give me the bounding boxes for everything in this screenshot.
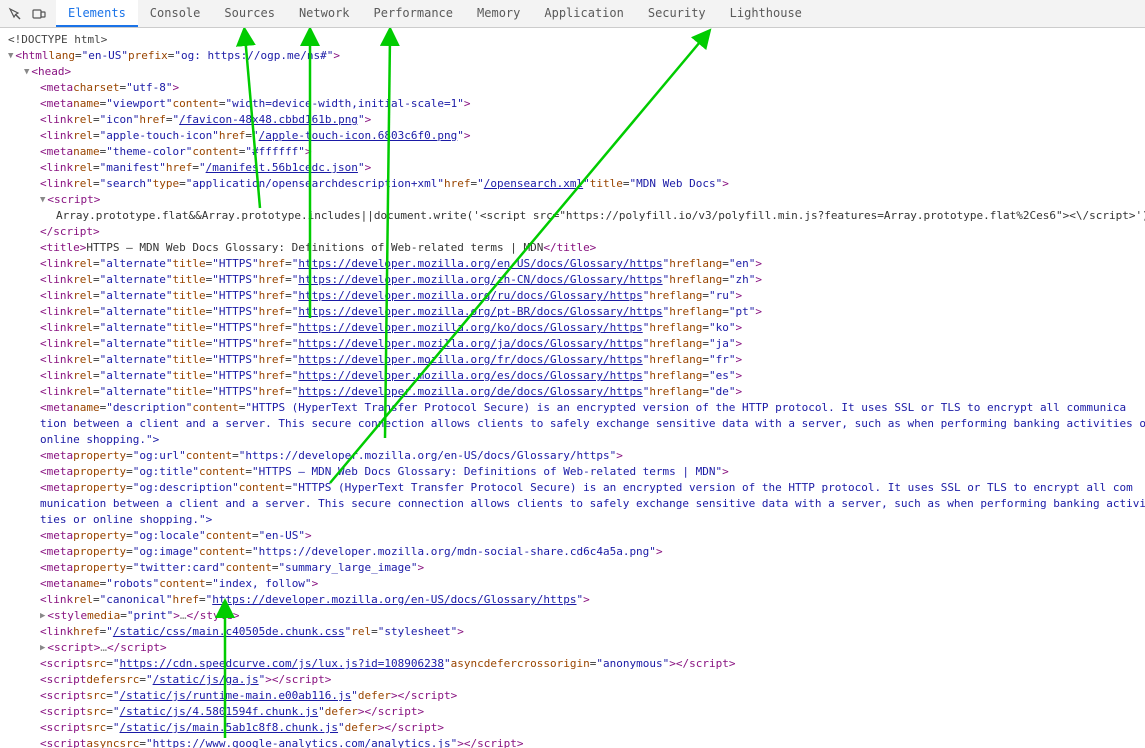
line-alt-es: <link rel="alternate" title="HTTPS" href…	[0, 368, 1145, 384]
line-canonical: <link rel="canonical" href="https://deve…	[0, 592, 1145, 608]
tab-list: Elements Console Sources Network Perform…	[56, 0, 814, 27]
line-theme-color: <meta name="theme-color" content="#fffff…	[0, 144, 1145, 160]
html-content: <!DOCTYPE html> ▼<html lang="en-US" pref…	[0, 28, 1145, 748]
line-meta-description-3: online shopping.">	[0, 432, 1145, 448]
line-apple-touch: <link rel="apple-touch-icon" href="/appl…	[0, 128, 1145, 144]
line-link-css: <link href="/static/css/main.c40505de.ch…	[0, 624, 1145, 640]
line-og-desc-3: ties or online shopping.">	[0, 512, 1145, 528]
line-title: <title>HTTPS – MDN Web Docs Glossary: De…	[0, 240, 1145, 256]
devtools-toolbar: Elements Console Sources Network Perform…	[0, 0, 1145, 28]
tab-security[interactable]: Security	[636, 0, 718, 27]
line-og-locale: <meta property="og:locale" content="en-U…	[0, 528, 1145, 544]
line-script-close: </script>	[0, 224, 1145, 240]
tab-sources[interactable]: Sources	[212, 0, 287, 27]
line-search: <link rel="search" type="application/ope…	[0, 176, 1145, 192]
line-og-desc: <meta property="og:description" content=…	[0, 480, 1145, 496]
line-script-main: <script src="/static/js/main.5ab1c8f8.ch…	[0, 720, 1145, 736]
line-viewport: <meta name="viewport" content="width=dev…	[0, 96, 1145, 112]
line-alt-ja: <link rel="alternate" title="HTTPS" href…	[0, 336, 1145, 352]
line-script-ga: <script defer src="/static/js/ga.js"></s…	[0, 672, 1145, 688]
line-alt-ko: <link rel="alternate" title="HTTPS" href…	[0, 320, 1145, 336]
tab-performance[interactable]: Performance	[362, 0, 465, 27]
line-robots: <meta name="robots" content="index, foll…	[0, 576, 1145, 592]
tab-network[interactable]: Network	[287, 0, 362, 27]
line-alt-pt: <link rel="alternate" title="HTTPS" href…	[0, 304, 1145, 320]
line-alt-en: <link rel="alternate" title="HTTPS" href…	[0, 256, 1145, 272]
line-script-analytics: <script async src="https://www.google-an…	[0, 736, 1145, 748]
line-html: ▼<html lang="en-US" prefix="og: https://…	[0, 48, 1145, 64]
line-og-desc-2: munication between a client and a server…	[0, 496, 1145, 512]
line-og-image: <meta property="og:image" content="https…	[0, 544, 1145, 560]
line-alt-fr: <link rel="alternate" title="HTTPS" href…	[0, 352, 1145, 368]
line-charset: <meta charset="utf-8">	[0, 80, 1145, 96]
line-script-speedcurve: <script src="https://cdn.speedcurve.com/…	[0, 656, 1145, 672]
line-favicon: <link rel="icon" href="/favicon-48x48.cb…	[0, 112, 1145, 128]
line-twitter-card: <meta property="twitter:card" content="s…	[0, 560, 1145, 576]
tab-memory[interactable]: Memory	[465, 0, 532, 27]
line-script-chunk1: <script src="/static/js/4.5801594f.chunk…	[0, 704, 1145, 720]
inspect-icon[interactable]	[4, 3, 26, 25]
tab-elements[interactable]: Elements	[56, 0, 138, 27]
line-alt-de: <link rel="alternate" title="HTTPS" href…	[0, 384, 1145, 400]
line-script-runtime: <script src="/static/js/runtime-main.e00…	[0, 688, 1145, 704]
line-style-print: ▶<style media="print">…</style>	[0, 608, 1145, 624]
line-script-open: ▼<script>	[0, 192, 1145, 208]
line-script-content: Array.prototype.flat&&Array.prototype.in…	[0, 208, 1145, 224]
toolbar-icons	[4, 3, 50, 25]
line-alt-ru: <link rel="alternate" title="HTTPS" href…	[0, 288, 1145, 304]
line-doctype: <!DOCTYPE html>	[0, 32, 1145, 48]
tab-application[interactable]: Application	[532, 0, 635, 27]
line-meta-description: <meta name="description" content="HTTPS …	[0, 400, 1145, 416]
line-og-url: <meta property="og:url" content="https:/…	[0, 448, 1145, 464]
tab-console[interactable]: Console	[138, 0, 213, 27]
line-head: ▼<head>	[0, 64, 1145, 80]
device-icon[interactable]	[28, 3, 50, 25]
line-og-title: <meta property="og:title" content="HTTPS…	[0, 464, 1145, 480]
line-script-collapsed: ▶<script>…</script>	[0, 640, 1145, 656]
line-alt-zh: <link rel="alternate" title="HTTPS" href…	[0, 272, 1145, 288]
line-manifest: <link rel="manifest" href="/manifest.56b…	[0, 160, 1145, 176]
line-meta-description-2: tion between a client and a server. This…	[0, 416, 1145, 432]
tab-lighthouse[interactable]: Lighthouse	[718, 0, 814, 27]
